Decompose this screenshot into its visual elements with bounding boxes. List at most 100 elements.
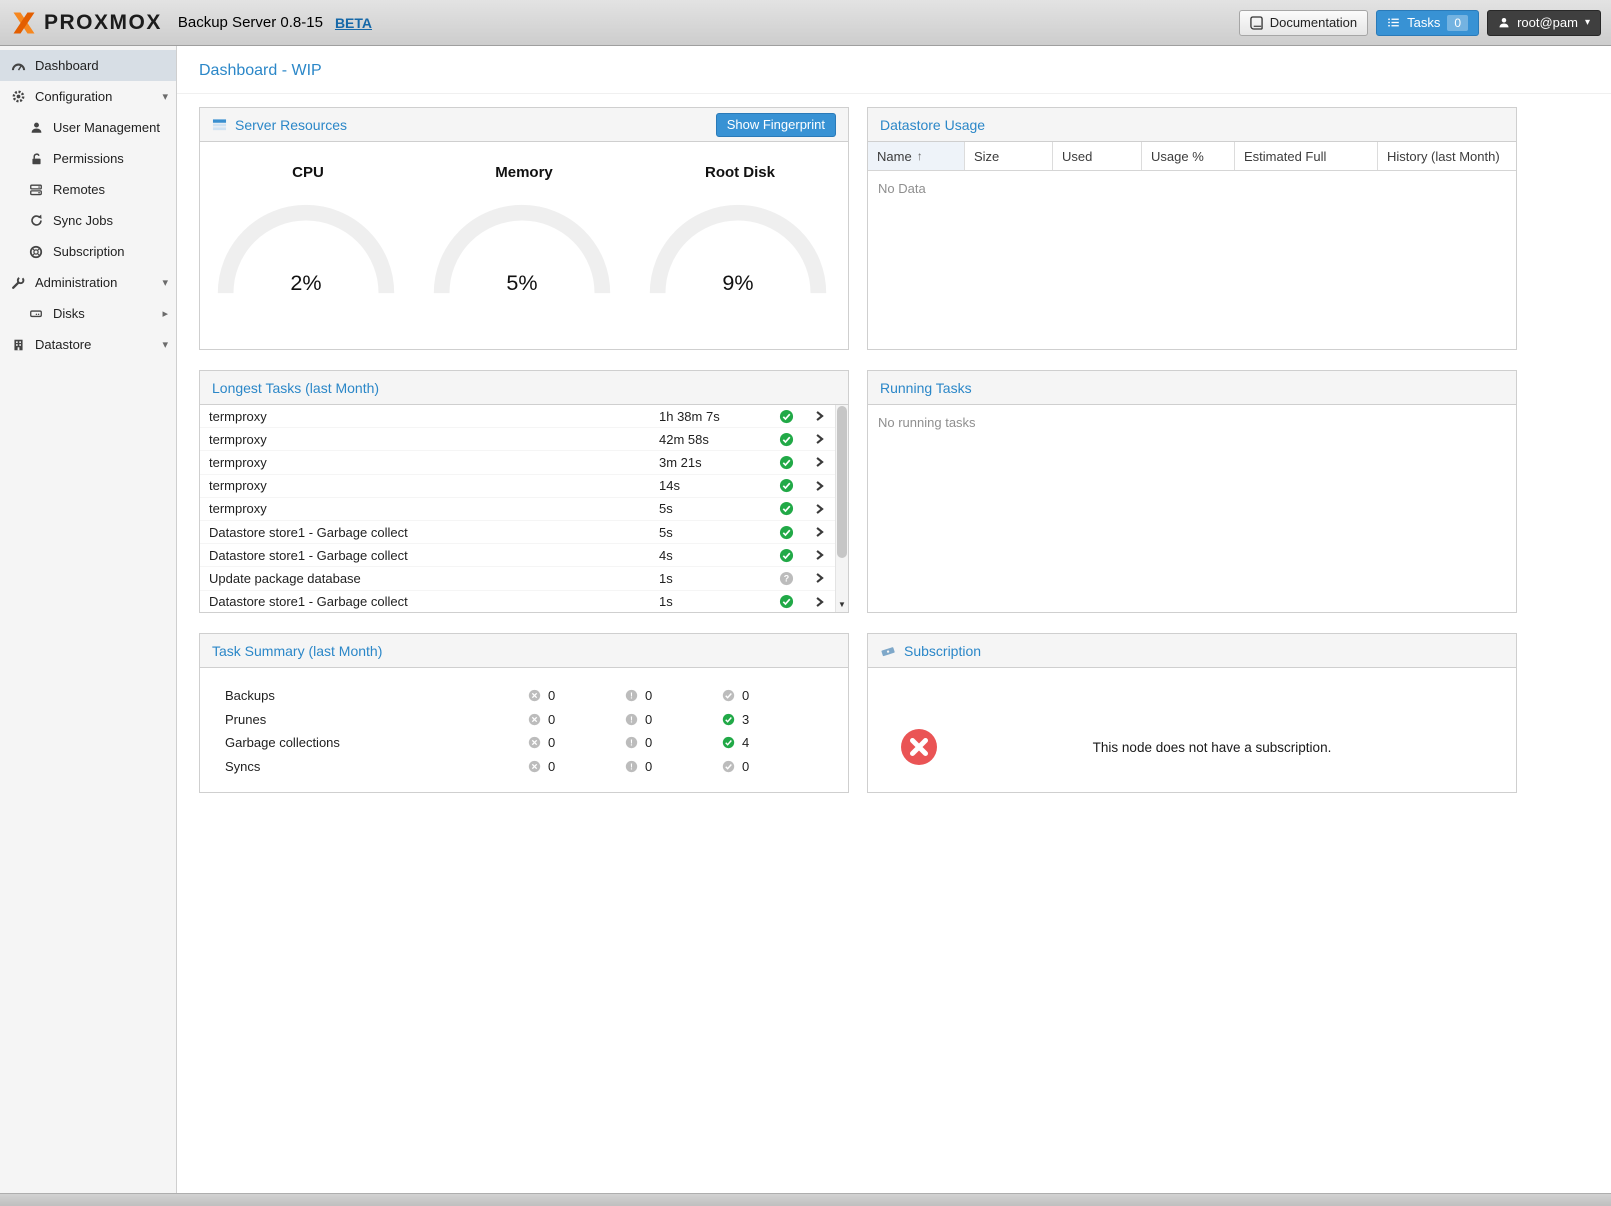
task-row[interactable]: termproxy 42m 58s bbox=[200, 428, 835, 451]
sidebar-item-sync-jobs[interactable]: Sync Jobs bbox=[0, 205, 176, 236]
ok-circle-icon bbox=[722, 736, 735, 749]
chevron-right-icon: ▸ bbox=[162, 307, 168, 320]
task-row[interactable]: termproxy 5s bbox=[200, 498, 835, 521]
chevron-right-icon[interactable] bbox=[803, 502, 835, 516]
task-row[interactable]: Datastore store1 - Garbage collect 1s bbox=[200, 591, 835, 613]
sidebar-item-remotes[interactable]: Remotes bbox=[0, 174, 176, 205]
scrollbar-thumb[interactable] bbox=[837, 406, 847, 558]
task-unknown-icon: ? bbox=[769, 571, 803, 586]
sidebar-item-disks[interactable]: Disks ▸ bbox=[0, 298, 176, 329]
column-label: Size bbox=[974, 149, 999, 164]
column-header-history[interactable]: History (last Month) bbox=[1378, 142, 1516, 170]
task-row[interactable]: termproxy 1h 38m 7s bbox=[200, 405, 835, 428]
task-row[interactable]: termproxy 14s bbox=[200, 475, 835, 498]
sort-ascending-icon: ↑ bbox=[917, 149, 923, 163]
memory-gauge: Memory 5% bbox=[424, 154, 624, 301]
chevron-right-icon[interactable] bbox=[803, 432, 835, 446]
sidebar-item-dashboard[interactable]: Dashboard bbox=[0, 50, 176, 81]
sidebar-item-permissions[interactable]: Permissions bbox=[0, 143, 176, 174]
task-ok-icon bbox=[769, 432, 803, 447]
gears-icon bbox=[10, 89, 26, 104]
no-data-text: No Data bbox=[868, 171, 1516, 206]
longest-tasks-panel: Longest Tasks (last Month) termproxy 1h … bbox=[199, 370, 849, 613]
error-count: 0 bbox=[548, 712, 555, 727]
summary-warnings-cell: ! 0 bbox=[625, 688, 722, 703]
chevron-right-icon[interactable] bbox=[803, 409, 835, 423]
show-fingerprint-button[interactable]: Show Fingerprint bbox=[716, 113, 836, 137]
summary-row-backups: Backups 0 ! 0 0 bbox=[200, 684, 848, 708]
sidebar-item-label: Disks bbox=[53, 306, 85, 321]
sidebar-item-subscription[interactable]: Subscription bbox=[0, 236, 176, 267]
sidebar-item-administration[interactable]: Administration ▾ bbox=[0, 267, 176, 298]
ok-count: 4 bbox=[742, 735, 749, 750]
server-icon bbox=[28, 183, 44, 197]
task-row[interactable]: termproxy 3m 21s bbox=[200, 451, 835, 474]
beta-link[interactable]: BETA bbox=[335, 15, 372, 31]
sidebar-item-label: Datastore bbox=[35, 337, 91, 352]
chevron-right-icon[interactable] bbox=[803, 455, 835, 469]
header-actions: Documentation Tasks 0 root@pam ▾ bbox=[1239, 10, 1601, 36]
user-menu-button[interactable]: root@pam ▾ bbox=[1487, 10, 1601, 36]
brand-wordmark: PROXMOX bbox=[44, 11, 162, 35]
root-disk-gauge: Root Disk 9% bbox=[640, 154, 840, 301]
server-resources-header: Server Resources Show Fingerprint bbox=[200, 108, 848, 142]
column-label: Estimated Full bbox=[1244, 149, 1326, 164]
chevron-right-icon[interactable] bbox=[803, 571, 835, 585]
longest-tasks-header: Longest Tasks (last Month) bbox=[200, 371, 848, 405]
running-tasks-body: No running tasks bbox=[868, 405, 1516, 612]
column-header-usage-pct[interactable]: Usage % bbox=[1142, 142, 1235, 170]
gauge-percent: 9% bbox=[722, 270, 753, 295]
chevron-right-icon[interactable] bbox=[803, 548, 835, 562]
column-header-name[interactable]: Name ↑ bbox=[868, 142, 965, 170]
task-row[interactable]: Update package database 1s ? bbox=[200, 567, 835, 590]
sidebar-item-datastore[interactable]: Datastore ▾ bbox=[0, 329, 176, 360]
summary-label: Prunes bbox=[200, 712, 528, 727]
sidebar-item-label: Configuration bbox=[35, 89, 112, 104]
chevron-down-icon: ▾ bbox=[162, 338, 168, 351]
gauge-label: Memory bbox=[424, 164, 624, 181]
error-count: 0 bbox=[548, 735, 555, 750]
sidebar-item-user-management[interactable]: User Management bbox=[0, 112, 176, 143]
warning-count: 0 bbox=[645, 735, 652, 750]
task-ok-icon bbox=[769, 525, 803, 540]
sidebar-item-label: Administration bbox=[35, 275, 117, 290]
warning-count: 0 bbox=[645, 688, 652, 703]
chevron-right-icon[interactable] bbox=[803, 525, 835, 539]
no-subscription-icon bbox=[900, 728, 938, 766]
chevron-down-icon: ▾ bbox=[162, 90, 168, 103]
panel-title: Longest Tasks (last Month) bbox=[212, 380, 379, 396]
datastore-usage-column-headers: Name ↑ Size Used Usage % bbox=[868, 142, 1516, 171]
gauge-percent: 5% bbox=[506, 270, 537, 295]
summary-errors-cell: 0 bbox=[528, 735, 625, 750]
column-header-size[interactable]: Size bbox=[965, 142, 1053, 170]
task-row[interactable]: Datastore store1 - Garbage collect 5s bbox=[200, 521, 835, 544]
task-row[interactable]: Datastore store1 - Garbage collect 4s bbox=[200, 544, 835, 567]
panel-title: Datastore Usage bbox=[880, 117, 985, 133]
task-name: termproxy bbox=[200, 455, 659, 470]
ok-circle-icon bbox=[722, 689, 735, 702]
datastore-usage-panel: Datastore Usage Name ↑ Size bbox=[867, 107, 1517, 350]
subscription-header: Subscription bbox=[868, 634, 1516, 668]
subscription-message: This node does not have a subscription. bbox=[938, 740, 1516, 755]
summary-errors-cell: 0 bbox=[528, 712, 625, 727]
tasks-count-badge: 0 bbox=[1447, 15, 1468, 31]
task-name: Datastore store1 - Garbage collect bbox=[200, 594, 659, 609]
disk-icon bbox=[28, 307, 44, 320]
chevron-right-icon[interactable] bbox=[803, 595, 835, 609]
scroll-down-arrow[interactable]: ▼ bbox=[836, 598, 848, 611]
warning-circle-icon: ! bbox=[625, 689, 638, 702]
column-header-used[interactable]: Used bbox=[1053, 142, 1142, 170]
warning-count: 0 bbox=[645, 759, 652, 774]
vertical-scrollbar[interactable]: ▼ bbox=[835, 405, 848, 612]
sidebar-item-label: Dashboard bbox=[35, 58, 99, 73]
warning-circle-icon: ! bbox=[625, 713, 638, 726]
gauge-label: Root Disk bbox=[640, 164, 840, 181]
summary-row-prunes: Prunes 0 ! 0 3 bbox=[200, 708, 848, 732]
longest-tasks-body: termproxy 1h 38m 7s termproxy 42m 58s bbox=[200, 405, 848, 612]
column-header-estimated-full[interactable]: Estimated Full bbox=[1235, 142, 1378, 170]
chevron-right-icon[interactable] bbox=[803, 479, 835, 493]
tasks-button[interactable]: Tasks 0 bbox=[1376, 10, 1479, 36]
sidebar-item-configuration[interactable]: Configuration ▾ bbox=[0, 81, 176, 112]
tasks-label: Tasks bbox=[1407, 15, 1440, 30]
documentation-button[interactable]: Documentation bbox=[1239, 10, 1368, 36]
